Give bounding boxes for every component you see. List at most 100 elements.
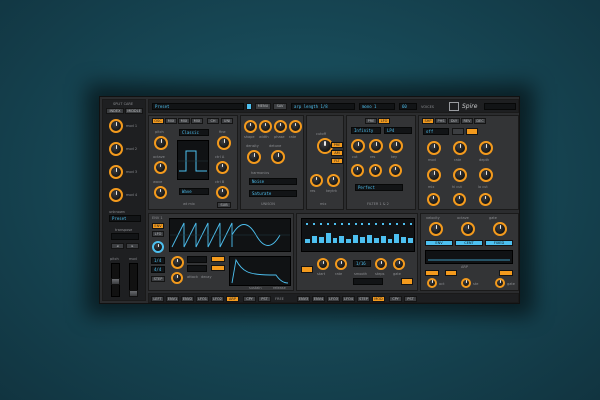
- seq-step-bar[interactable]: [346, 239, 352, 243]
- bottom-lfo4-button[interactable]: LFO4: [342, 296, 355, 302]
- bottom-mod-button[interactable]: MOD: [372, 296, 385, 302]
- bottom-left-button[interactable]: LEFT: [151, 296, 164, 302]
- seq-step-bar[interactable]: [408, 238, 413, 243]
- bottom-env2-button[interactable]: ENV2: [181, 296, 194, 302]
- tab-rev[interactable]: REV: [461, 118, 473, 124]
- decay-knob[interactable]: [171, 272, 183, 284]
- bottom-env3-button[interactable]: ENV3: [297, 296, 310, 302]
- arp-cent-tab[interactable]: CENT: [455, 240, 483, 246]
- tab-mix3[interactable]: MIX: [191, 118, 203, 124]
- save-button[interactable]: SAV: [273, 103, 287, 110]
- arp-oct-knob[interactable]: [427, 278, 437, 288]
- mod1-knob[interactable]: [109, 119, 123, 133]
- tab-phs[interactable]: PHS: [435, 118, 447, 124]
- bottom-step-button[interactable]: STEP: [357, 296, 370, 302]
- saturate-display[interactable]: Saturate: [249, 190, 297, 197]
- seq-step-bar[interactable]: [373, 238, 379, 243]
- tab-mix2[interactable]: MIX: [178, 118, 190, 124]
- seq-start-knob[interactable]: [317, 258, 329, 270]
- arp-gate2-knob[interactable]: [495, 278, 505, 288]
- fx-on-button[interactable]: [466, 128, 478, 135]
- width-knob[interactable]: [259, 120, 272, 133]
- left-preset-display[interactable]: Preset: [109, 215, 141, 222]
- tab-mix1[interactable]: MIX: [165, 118, 177, 124]
- menu-button[interactable]: MENU: [255, 103, 271, 110]
- pitch-wheel[interactable]: [111, 263, 120, 297]
- osc-fine-knob[interactable]: [217, 136, 231, 150]
- fx-display[interactable]: off: [423, 128, 449, 135]
- tab-dly[interactable]: DLY: [448, 118, 460, 124]
- arp-velocity-knob[interactable]: [429, 222, 443, 236]
- seq-on-button[interactable]: [301, 266, 313, 273]
- ctrlB-knob[interactable]: [216, 186, 229, 199]
- env-button[interactable]: ENV: [152, 223, 164, 229]
- arp-hold-button[interactable]: [499, 270, 513, 276]
- shape-knob[interactable]: [244, 120, 257, 133]
- filter-mode-display[interactable]: Perfect: [355, 184, 403, 191]
- seq-step-bar[interactable]: [353, 235, 358, 243]
- seq-step-bar[interactable]: [332, 238, 338, 243]
- preset-prev-button[interactable]: [246, 103, 252, 110]
- bottom-lfo2-button[interactable]: LFO2: [211, 296, 224, 302]
- arp-gate-knob[interactable]: [493, 222, 507, 236]
- filter-key-knob[interactable]: [389, 139, 403, 153]
- tab-shp[interactable]: SHP: [422, 118, 434, 124]
- bottom-arp-button[interactable]: ARP: [226, 296, 239, 302]
- seq-rate-knob[interactable]: [335, 258, 347, 270]
- attack-knob[interactable]: [171, 256, 184, 269]
- env-rate2-display[interactable]: [187, 265, 207, 272]
- detune-knob[interactable]: [271, 150, 285, 164]
- mod3-knob[interactable]: [109, 165, 123, 179]
- pre-button[interactable]: PRE: [331, 142, 343, 148]
- seq-step-bar[interactable]: [325, 233, 331, 243]
- filter-slope-display[interactable]: LP4: [384, 127, 412, 134]
- tab-uni[interactable]: UNI: [221, 118, 233, 124]
- bottom-env4-button[interactable]: ENV4: [312, 296, 325, 302]
- seq-step-bar[interactable]: [311, 236, 317, 243]
- filter-env3-knob[interactable]: [389, 164, 402, 177]
- middle-button[interactable]: MIDDLE: [125, 108, 143, 114]
- seq-mode-display[interactable]: [353, 278, 383, 285]
- arp-octave-knob[interactable]: [461, 222, 475, 236]
- seq-step-bar[interactable]: [401, 237, 407, 243]
- env-sync-button[interactable]: [211, 256, 225, 262]
- mod4-knob[interactable]: [109, 188, 123, 202]
- filter-env-knob[interactable]: [351, 164, 364, 177]
- seq-step-bar[interactable]: [305, 239, 310, 243]
- seq-step-bar[interactable]: [360, 237, 365, 243]
- seq-step-bar[interactable]: [394, 234, 400, 243]
- filter-type-display[interactable]: Infinity: [351, 127, 381, 134]
- sub-button[interactable]: SUB: [217, 202, 231, 208]
- osc-mode-display[interactable]: Classic: [179, 129, 209, 136]
- fx-extra1-knob[interactable]: [427, 193, 440, 206]
- res-knob[interactable]: [310, 174, 323, 187]
- fx-hicut-knob[interactable]: [453, 168, 467, 182]
- fx-mod-knob[interactable]: [427, 141, 441, 155]
- seq-sync-button[interactable]: [401, 278, 413, 285]
- tab-ch[interactable]: CH: [207, 118, 219, 124]
- lfo-button[interactable]: LFO: [152, 231, 164, 237]
- phase-knob[interactable]: [274, 120, 287, 133]
- fx-mix-knob[interactable]: [427, 168, 441, 182]
- seq-step-bar[interactable]: [339, 236, 345, 243]
- index-button[interactable]: INDEX: [106, 108, 124, 114]
- fx-locut-knob[interactable]: [479, 168, 493, 182]
- fx-extra3-knob[interactable]: [479, 193, 492, 206]
- mod2-knob[interactable]: [109, 142, 123, 156]
- step-button[interactable]: STEP: [151, 276, 165, 282]
- tab-osc[interactable]: OSC: [152, 118, 164, 124]
- arp-length-display[interactable]: arp length 1/8: [291, 103, 355, 110]
- seq-rate-display[interactable]: 1/16: [353, 260, 371, 267]
- osc-pitch-knob[interactable]: [154, 136, 168, 150]
- osc-wave-display[interactable]: Wave: [179, 188, 209, 195]
- preset-display[interactable]: Preset: [152, 103, 244, 110]
- ctrlA-knob[interactable]: [216, 161, 229, 174]
- seq-step-bar[interactable]: [380, 236, 386, 243]
- octave-knob[interactable]: [154, 161, 167, 174]
- filter-lfo-tab[interactable]: LFO: [378, 118, 390, 124]
- env-retrig-button[interactable]: [211, 265, 225, 271]
- arp-ste-knob[interactable]: [461, 278, 471, 288]
- transpose-up-button[interactable]: ▸: [126, 243, 139, 249]
- osc-wave-knob[interactable]: [154, 186, 167, 199]
- mod-wheel[interactable]: [129, 263, 138, 297]
